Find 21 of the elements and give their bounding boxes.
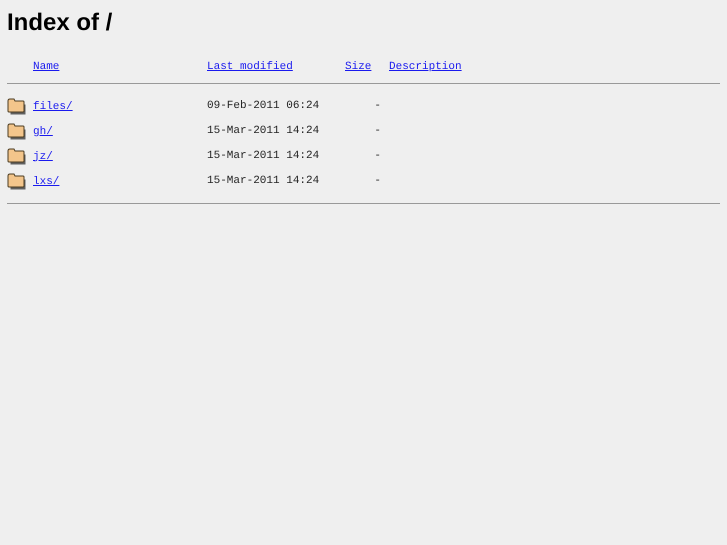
folder-link[interactable]: lxs/ (33, 176, 60, 188)
folder-icon (7, 123, 26, 140)
folder-link[interactable]: gh/ (33, 126, 53, 138)
description-column-link[interactable]: Description (389, 60, 462, 74)
modified-date: 15-Mar-2011 14:24 (207, 124, 320, 139)
folder-icon (7, 148, 26, 165)
modified-date: 09-Feb-2011 06:24 (207, 99, 320, 114)
folder-link[interactable]: jz/ (33, 150, 53, 162)
folder-icon (7, 98, 26, 115)
modified-date: 15-Mar-2011 14:24 (207, 149, 320, 164)
name-column-link[interactable]: Name (33, 60, 60, 74)
file-size: - (373, 99, 382, 114)
modified-date: 15-Mar-2011 14:24 (207, 174, 320, 189)
file-size: - (373, 124, 382, 139)
file-size: - (373, 149, 382, 164)
last-modified-column-link[interactable]: Last modified (207, 60, 293, 74)
folder-icon (7, 173, 26, 190)
size-column-link[interactable]: Size (345, 60, 372, 74)
folder-link[interactable]: files/ (33, 100, 73, 112)
page-title: Index of / (7, 8, 114, 38)
file-size: - (373, 174, 382, 189)
